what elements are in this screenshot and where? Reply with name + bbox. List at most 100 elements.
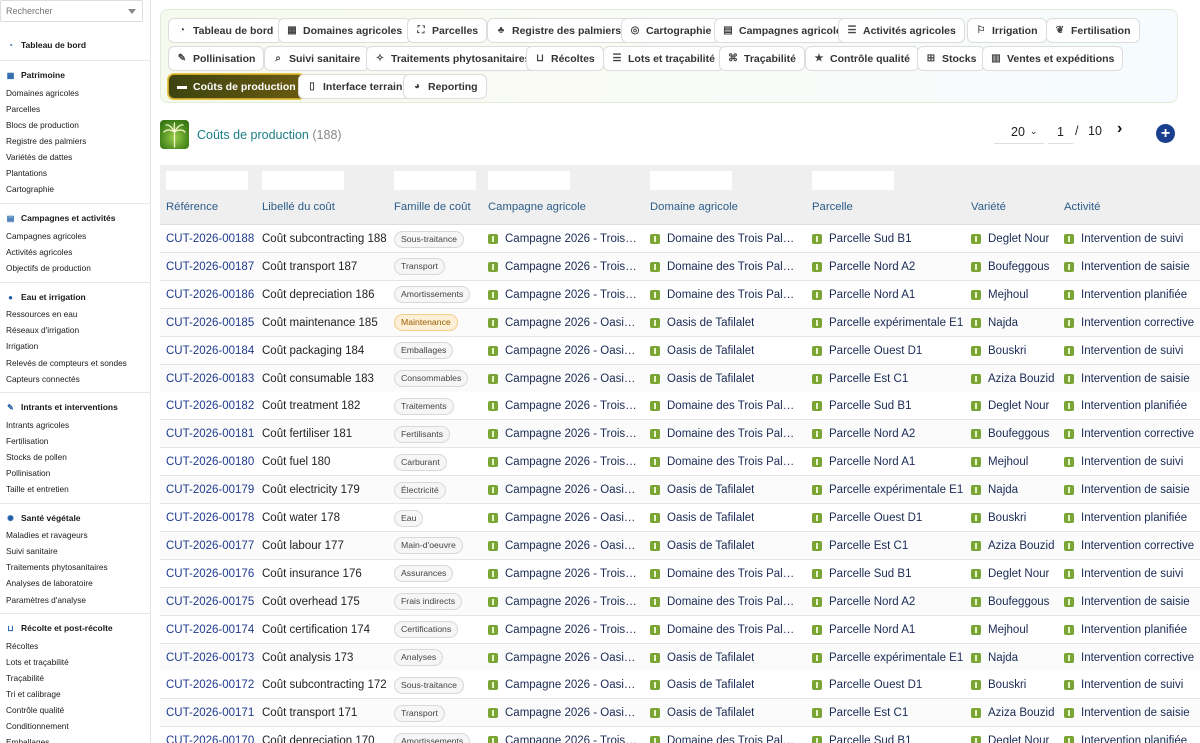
reference-link[interactable]: CUT-2026-00181 xyxy=(166,420,258,448)
entity-link[interactable]: Intervention corrective xyxy=(1064,652,1194,664)
table-row[interactable]: CUT-2026-00174 Coût certification 174 Cert… xyxy=(160,615,1200,644)
entity-link[interactable]: Bouskri xyxy=(971,512,1026,524)
tab-traçabilité[interactable]: ⌘ Traçabilité xyxy=(719,46,805,71)
sidebar-item[interactable]: Lots et traçabilité xyxy=(6,657,69,667)
entity-link[interactable]: Campagne 2026 - Trois Palmiers xyxy=(488,568,637,580)
column-header[interactable]: Domaine agricole xyxy=(650,201,738,213)
sidebar-item[interactable]: Relevés de compteurs et sondes xyxy=(6,358,127,368)
entity-link[interactable]: Parcelle Nord A2 xyxy=(812,596,915,608)
entity-link[interactable]: Deglet Nour xyxy=(971,233,1049,245)
entity-link[interactable]: Domaine des Trois Palmiers xyxy=(650,735,799,743)
entity-link[interactable]: Campagne 2026 - Oasis de Tafilalet xyxy=(488,317,637,329)
entity-link[interactable]: Campagne 2026 - Oasis de Tafilalet xyxy=(488,679,637,691)
tab-parcelles[interactable]: ⛶ Parcelles xyxy=(407,18,488,43)
table-row[interactable]: CUT-2026-00180 Coût fuel 180 Carburant Camp… xyxy=(160,448,1200,477)
entity-link[interactable]: Najda xyxy=(971,484,1018,496)
entity-link[interactable]: Domaine des Trois Palmiers xyxy=(650,428,799,440)
sidebar-item[interactable]: Emballages xyxy=(6,737,49,743)
entity-link[interactable]: Parcelle Sud B1 xyxy=(812,735,911,743)
entity-link[interactable]: Deglet Nour xyxy=(971,568,1049,580)
entity-link[interactable]: Parcelle Nord A2 xyxy=(812,261,915,273)
entity-link[interactable]: Domaine des Trois Palmiers xyxy=(650,624,799,636)
reference-link[interactable]: CUT-2026-00170 xyxy=(166,727,258,743)
entity-link[interactable]: Campagne 2026 - Oasis de Tafilalet xyxy=(488,345,637,357)
entity-link[interactable]: Intervention corrective xyxy=(1064,317,1194,329)
sidebar-item[interactable]: Domaines agricoles xyxy=(6,88,79,98)
chevron-down-icon[interactable] xyxy=(128,9,136,14)
entity-link[interactable]: Campagne 2026 - Trois Palmiers xyxy=(488,233,637,245)
entity-link[interactable]: Parcelle Ouest D1 xyxy=(812,345,922,357)
tab-pollinisation[interactable]: ✎ Pollinisation xyxy=(168,46,265,71)
entity-link[interactable]: Deglet Nour xyxy=(971,400,1049,412)
entity-link[interactable]: Parcelle Sud B1 xyxy=(812,400,911,412)
search-input[interactable] xyxy=(1,1,121,21)
column-header[interactable]: Parcelle xyxy=(812,201,853,213)
sidebar-item[interactable]: Registre des palmiers xyxy=(6,136,86,146)
entity-link[interactable]: Boufeggous xyxy=(971,428,1049,440)
entity-link[interactable]: Intervention de saisie xyxy=(1064,484,1190,496)
entity-link[interactable]: Parcelle expérimentale E1 xyxy=(812,484,963,496)
entity-link[interactable]: Intervention planifiée xyxy=(1064,400,1187,412)
sidebar-item[interactable]: Fertilisation xyxy=(6,436,48,446)
entity-link[interactable]: Oasis de Tafilalet xyxy=(650,679,754,691)
entity-link[interactable]: Najda xyxy=(971,317,1018,329)
sidebar-item[interactable]: Récoltes xyxy=(6,641,38,651)
sidebar-item[interactable]: Contrôle qualité xyxy=(6,705,64,715)
reference-link[interactable]: CUT-2026-00174 xyxy=(166,616,258,644)
entity-link[interactable]: Campagne 2026 - Oasis de Tafilalet xyxy=(488,373,637,385)
reference-link[interactable]: CUT-2026-00175 xyxy=(166,588,258,616)
entity-link[interactable]: Intervention planifiée xyxy=(1064,512,1187,524)
table-row[interactable]: CUT-2026-00187 Coût transport 187 Transpor… xyxy=(160,252,1200,281)
sidebar-item[interactable]: Pollinisation xyxy=(6,468,50,478)
entity-link[interactable]: Domaine des Trois Palmiers xyxy=(650,596,799,608)
entity-link[interactable]: Intervention de saisie xyxy=(1064,707,1190,719)
entity-link[interactable]: Parcelle Sud B1 xyxy=(812,233,911,245)
tab-stocks[interactable]: ⊞ Stocks xyxy=(917,46,986,71)
reference-link[interactable]: CUT-2026-00185 xyxy=(166,309,258,337)
tab-récoltes[interactable]: ⊔ Récoltes xyxy=(526,46,604,71)
entity-link[interactable]: Parcelle Nord A1 xyxy=(812,289,915,301)
add-record-button[interactable]: + xyxy=(1156,124,1175,143)
sidebar-item[interactable]: Irrigation xyxy=(6,341,38,351)
entity-link[interactable]: Campagne 2026 - Trois Palmiers xyxy=(488,735,637,743)
table-row[interactable]: CUT-2026-00182 Coût treatment 182 Traiteme… xyxy=(160,392,1200,421)
sidebar-item[interactable]: Capteurs connectés xyxy=(6,374,80,384)
reference-link[interactable]: CUT-2026-00182 xyxy=(166,392,258,420)
sidebar-item[interactable]: Maladies et ravageurs xyxy=(6,530,88,540)
entity-link[interactable]: Oasis de Tafilalet xyxy=(650,484,754,496)
column-header[interactable]: Famille de coût xyxy=(394,201,471,213)
entity-link[interactable]: Boufeggous xyxy=(971,596,1049,608)
reference-link[interactable]: CUT-2026-00186 xyxy=(166,281,258,309)
sidebar-search[interactable] xyxy=(0,0,143,22)
entity-link[interactable]: Bouskri xyxy=(971,679,1026,691)
entity-link[interactable]: Domaine des Trois Palmiers xyxy=(650,261,799,273)
table-row[interactable]: CUT-2026-00179 Coût electricity 179 Électr… xyxy=(160,476,1200,505)
reference-link[interactable]: CUT-2026-00183 xyxy=(166,365,258,393)
entity-link[interactable]: Intervention de suivi xyxy=(1064,568,1183,580)
sidebar-item[interactable]: Intrants agricoles xyxy=(6,420,69,430)
entity-link[interactable]: Campagne 2026 - Trois Palmiers xyxy=(488,261,637,273)
entity-link[interactable]: Campagne 2026 - Trois Palmiers xyxy=(488,400,637,412)
reference-link[interactable]: CUT-2026-00187 xyxy=(166,253,258,281)
sidebar-item[interactable]: Stocks de pollen xyxy=(6,452,67,462)
table-row[interactable]: CUT-2026-00173 Coût analysis 173 Analyses C… xyxy=(160,643,1200,672)
tab-cartographie[interactable]: ◎ Cartographie xyxy=(621,18,721,43)
table-row[interactable]: CUT-2026-00177 Coût labour 177 Main-d'oeuv… xyxy=(160,531,1200,560)
table-row[interactable]: CUT-2026-00175 Coût overhead 175 Frais ind… xyxy=(160,587,1200,616)
tab-campagnes-agricoles[interactable]: ▤ Campagnes agricoles xyxy=(714,18,857,43)
reference-link[interactable]: CUT-2026-00173 xyxy=(166,644,258,672)
table-row[interactable]: CUT-2026-00188 Coût subcontracting 188 Sou… xyxy=(160,225,1200,253)
tab-fertilisation[interactable]: ❦ Fertilisation xyxy=(1046,18,1140,43)
page-number-input[interactable]: 1 xyxy=(1048,120,1073,144)
table-row[interactable]: CUT-2026-00185 Coût maintenance 185 Mainte… xyxy=(160,308,1200,337)
reference-link[interactable]: CUT-2026-00179 xyxy=(166,476,258,504)
entity-link[interactable]: Campagne 2026 - Oasis de Tafilalet xyxy=(488,484,637,496)
entity-link[interactable]: Mejhoul xyxy=(971,456,1028,468)
entity-link[interactable]: Parcelle Sud B1 xyxy=(812,568,911,580)
entity-link[interactable]: Campagne 2026 - Oasis de Tafilalet xyxy=(488,707,637,719)
entity-link[interactable]: Parcelle Nord A1 xyxy=(812,456,915,468)
entity-link[interactable]: Campagne 2026 - Trois Palmiers xyxy=(488,596,637,608)
entity-link[interactable]: Intervention planifiée xyxy=(1064,289,1187,301)
entity-link[interactable]: Parcelle Est C1 xyxy=(812,707,908,719)
entity-link[interactable]: Domaine des Trois Palmiers xyxy=(650,456,799,468)
